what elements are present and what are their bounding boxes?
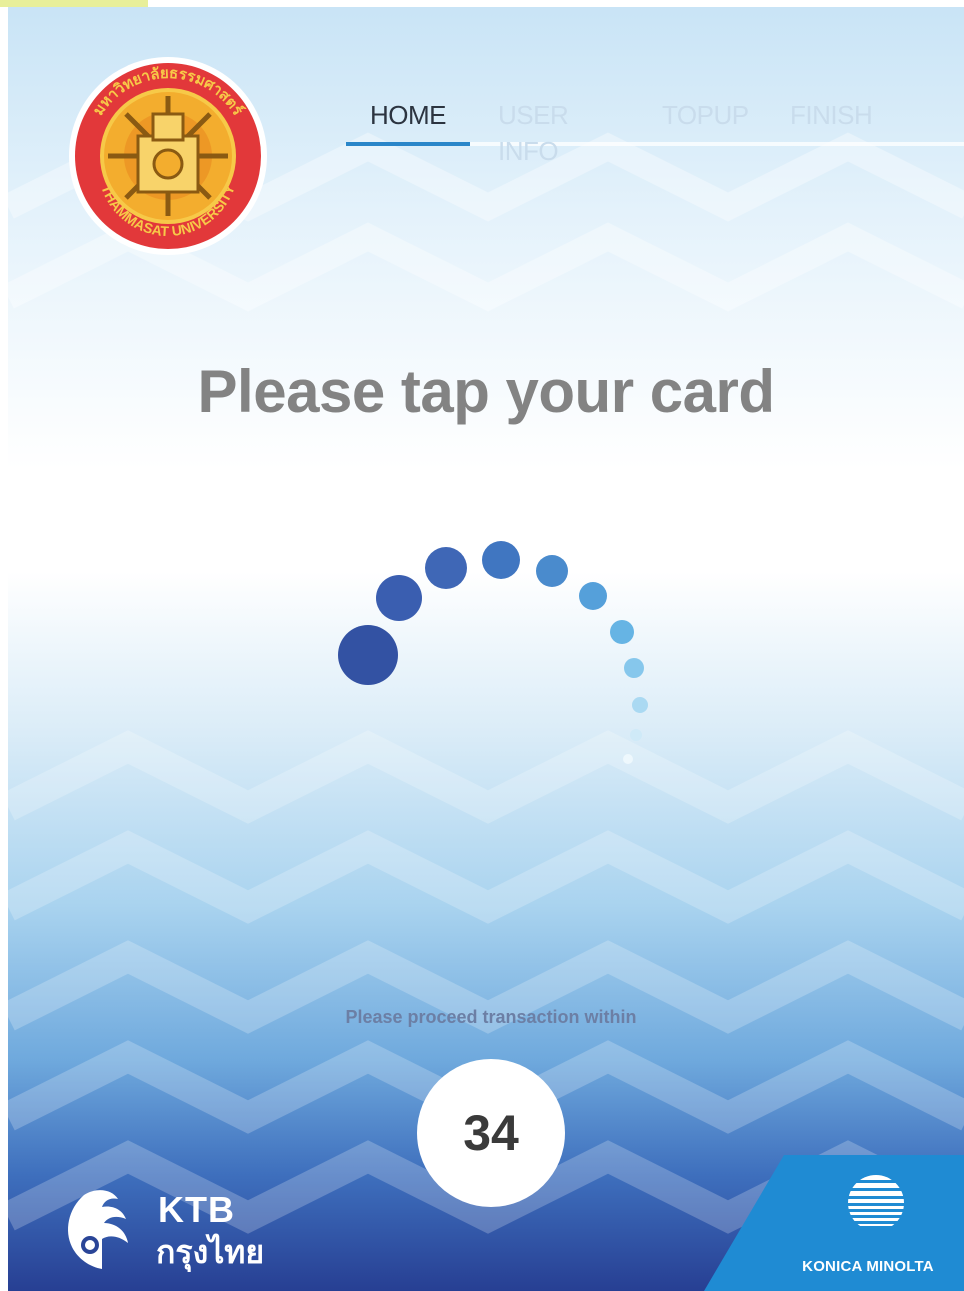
- spinner-dot: [623, 754, 633, 764]
- countdown-seconds: 34: [463, 1105, 519, 1161]
- spinner-dot: [630, 729, 642, 741]
- spinner-dot: [632, 697, 648, 713]
- spinner-dot: [482, 541, 520, 579]
- countdown-circle: 34: [417, 1059, 565, 1207]
- top-strip-accent: [0, 0, 148, 7]
- ktb-name-thai: กรุงไทย: [156, 1233, 265, 1271]
- spinner-dot: [610, 620, 634, 644]
- spinner-dot: [624, 658, 644, 678]
- kiosk-screen: มหาวิทยาลัยธรรมศาสตร์ THAMMASAT UNIVERSI…: [8, 7, 964, 1291]
- spinner-dot: [579, 582, 607, 610]
- top-strip: [0, 0, 964, 7]
- spinner-dot: [338, 625, 398, 685]
- konica-minolta-badge: KONICA MINOLTA: [784, 1155, 964, 1291]
- ktb-bird-icon: [68, 1190, 128, 1269]
- konica-minolta-globe-icon: [848, 1175, 904, 1226]
- ktb-logo: KTB กรุงไทย: [54, 1185, 304, 1275]
- konica-minolta-label: KONICA MINOLTA: [802, 1258, 934, 1275]
- spinner-dot: [425, 547, 467, 589]
- spinner-dot: [376, 575, 422, 621]
- timer-label: Please proceed transaction within: [345, 1007, 637, 1027]
- spinner-dot: [536, 555, 568, 587]
- ktb-name-english: KTB: [158, 1189, 235, 1230]
- konica-corner-slope: [704, 1155, 784, 1291]
